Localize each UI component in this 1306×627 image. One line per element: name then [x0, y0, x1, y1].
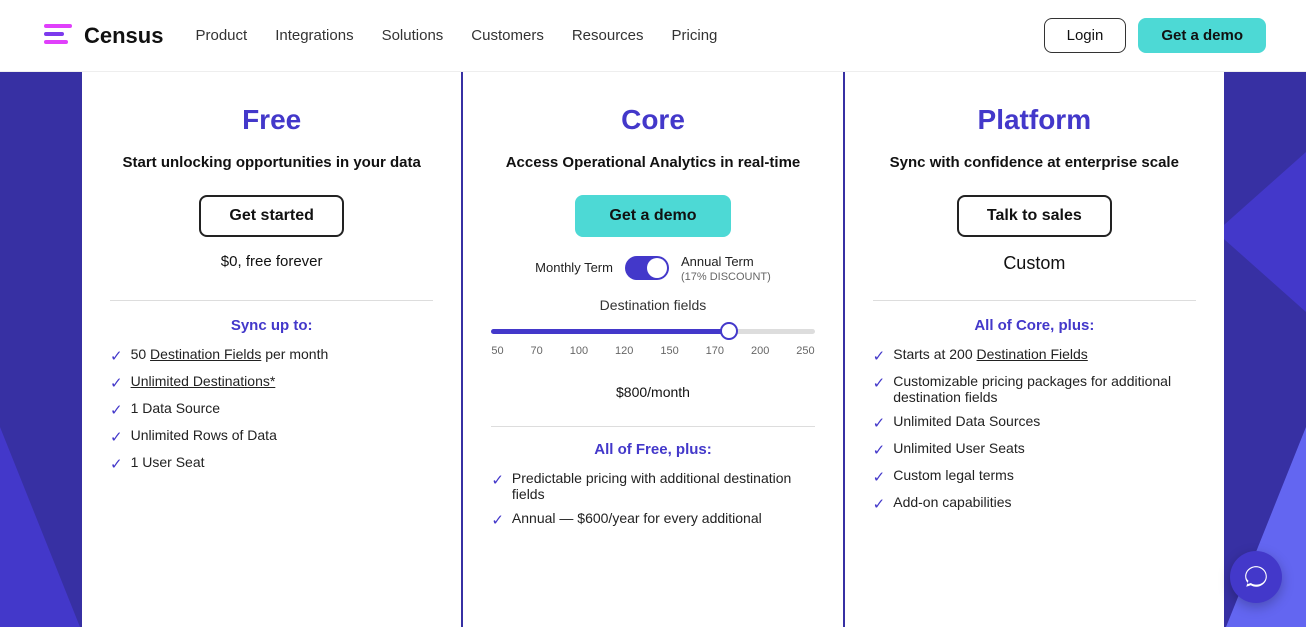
core-feature-1: ✓ Predictable pricing with additional de… [491, 470, 814, 502]
nav-customers[interactable]: Customers [471, 27, 544, 44]
logo-text: Census [84, 23, 163, 49]
monthly-term-label: Monthly Term [535, 260, 613, 275]
get-demo-button-core[interactable]: Get a demo [575, 195, 730, 237]
platform-price: Custom [873, 253, 1196, 274]
platform-plan-desc: Sync with confidence at enterprise scale [873, 152, 1196, 175]
check-icon-plat-3: ✓ [873, 414, 886, 432]
platform-feature-2: ✓ Customizable pricing packages for addi… [873, 373, 1196, 405]
core-plan-cta: Get a demo [491, 195, 814, 237]
check-icon-1: ✓ [110, 347, 123, 365]
annual-term-label: Annual Term [681, 254, 754, 269]
platform-feature-4: ✓ Unlimited User Seats [873, 440, 1196, 459]
check-icon-plat-6: ✓ [873, 495, 886, 513]
core-price-display: $800/month [491, 373, 814, 404]
platform-plan-card: Platform Sync with confidence at enterpr… [845, 72, 1224, 627]
free-feature-1: ✓ 50 Destination Fields per month [110, 346, 433, 365]
platform-divider [873, 300, 1196, 301]
destination-fields-slider-section: Destination fields 50 70 100 120 150 170… [491, 297, 814, 357]
free-feature-2: ✓ Unlimited Destinations* [110, 373, 433, 392]
check-icon-5: ✓ [110, 455, 123, 473]
core-feature-2: ✓ Annual — $600/year for every additiona… [491, 510, 814, 529]
platform-plan-title: Platform [873, 104, 1196, 136]
nav-solutions[interactable]: Solutions [382, 27, 444, 44]
platform-feature-6: ✓ Add-on capabilities [873, 494, 1196, 513]
check-icon-core-2: ✓ [491, 511, 504, 529]
nav-links: Product Integrations Solutions Customers… [195, 27, 1043, 45]
pricing-section: Free Start unlocking opportunities in yo… [0, 72, 1306, 627]
free-feature-4: ✓ Unlimited Rows of Data [110, 427, 433, 446]
login-button[interactable]: Login [1044, 18, 1127, 53]
chat-button[interactable] [1230, 551, 1282, 603]
nav-integrations[interactable]: Integrations [275, 27, 353, 44]
core-plan-title: Core [491, 104, 814, 136]
core-features-list: ✓ Predictable pricing with additional de… [491, 470, 814, 529]
nav-pricing[interactable]: Pricing [672, 27, 718, 44]
free-feature-5: ✓ 1 User Seat [110, 454, 433, 473]
check-icon-plat-2: ✓ [873, 374, 886, 392]
free-divider [110, 300, 433, 301]
slider-label: Destination fields [491, 297, 814, 313]
check-icon-plat-1: ✓ [873, 347, 886, 365]
free-plan-title: Free [110, 104, 433, 136]
platform-feature-3: ✓ Unlimited Data Sources [873, 413, 1196, 432]
nav-actions: Login Get a demo [1044, 18, 1266, 53]
free-features-title: Sync up to: [110, 317, 433, 334]
platform-feature-1: ✓ Starts at 200 Destination Fields [873, 346, 1196, 365]
free-plan-cta: Get started [110, 195, 433, 237]
free-feature-3: ✓ 1 Data Source [110, 400, 433, 419]
talk-to-sales-button[interactable]: Talk to sales [957, 195, 1112, 237]
nav-resources[interactable]: Resources [572, 27, 644, 44]
dest-fields-link-1[interactable]: Destination Fields [150, 346, 261, 362]
dest-fields-link-plat[interactable]: Destination Fields [977, 346, 1088, 362]
check-icon-4: ✓ [110, 428, 123, 446]
free-plan-price: $0, free forever [110, 253, 433, 270]
core-plan-desc: Access Operational Analytics in real-tim… [491, 152, 814, 175]
plans-container: Free Start unlocking opportunities in yo… [0, 72, 1306, 627]
census-logo-icon [40, 18, 76, 54]
slider-ticks: 50 70 100 120 150 170 200 250 [491, 345, 814, 357]
check-icon-core-1: ✓ [491, 471, 504, 489]
get-demo-button-nav[interactable]: Get a demo [1138, 18, 1266, 53]
billing-toggle[interactable] [625, 256, 669, 280]
slider-track [491, 321, 814, 339]
platform-feature-5: ✓ Custom legal terms [873, 467, 1196, 486]
billing-toggle-row: Monthly Term Annual Term (17% DISCOUNT) [491, 253, 814, 283]
check-icon-3: ✓ [110, 401, 123, 419]
platform-features-list: ✓ Starts at 200 Destination Fields ✓ Cus… [873, 346, 1196, 513]
destination-fields-slider[interactable] [491, 329, 814, 334]
platform-features-title: All of Core, plus: [873, 317, 1196, 334]
get-started-button[interactable]: Get started [199, 195, 343, 237]
unlimited-dest-link[interactable]: Unlimited Destinations* [131, 373, 276, 389]
toggle-knob [647, 258, 667, 278]
free-plan-desc: Start unlocking opportunities in your da… [110, 152, 433, 175]
free-plan-card: Free Start unlocking opportunities in yo… [82, 72, 461, 627]
free-features-list: ✓ 50 Destination Fields per month ✓ Unli… [110, 346, 433, 473]
navbar: Census Product Integrations Solutions Cu… [0, 0, 1306, 72]
nav-product[interactable]: Product [195, 27, 247, 44]
core-divider [491, 426, 814, 427]
discount-badge: (17% DISCOUNT) [681, 271, 771, 283]
core-plan-card: Core Access Operational Analytics in rea… [463, 72, 842, 627]
check-icon-plat-5: ✓ [873, 468, 886, 486]
logo[interactable]: Census [40, 18, 163, 54]
chat-icon [1243, 564, 1269, 590]
core-features-title: All of Free, plus: [491, 441, 814, 458]
check-icon-plat-4: ✓ [873, 441, 886, 459]
platform-plan-cta: Talk to sales [873, 195, 1196, 237]
check-icon-2: ✓ [110, 374, 123, 392]
